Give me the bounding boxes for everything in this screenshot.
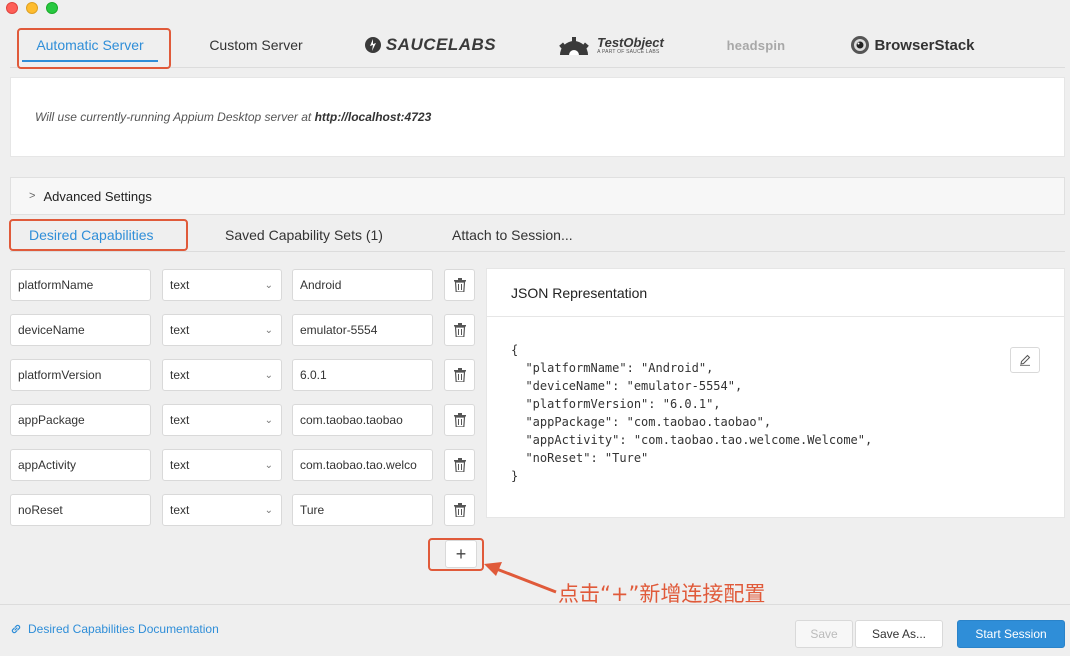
browserstack-logo: BrowserStack	[850, 35, 975, 55]
save-as-button[interactable]: Save As...	[855, 620, 943, 648]
capability-value-input[interactable]: 6.0.1	[292, 359, 433, 391]
delete-capability-button[interactable]	[444, 359, 475, 391]
saucelabs-logo: SAUCELABS	[364, 35, 496, 55]
capability-value-input[interactable]: com.taobao.taobao	[292, 404, 433, 436]
capability-tabs: Desired Capabilities Saved Capability Se…	[10, 218, 1065, 252]
trash-icon	[453, 278, 466, 292]
capability-name-input[interactable]: appActivity	[10, 449, 151, 481]
trash-icon	[453, 503, 466, 517]
capability-name-input[interactable]: deviceName	[10, 314, 151, 346]
tab-label: Custom Server	[209, 37, 303, 53]
capability-name-input[interactable]: noReset	[10, 494, 151, 526]
delete-capability-button[interactable]	[444, 269, 475, 301]
annotation-arrow-icon	[484, 562, 557, 594]
chevron-down-icon: ⌄	[264, 324, 273, 336]
capability-type-select[interactable]: text ⌄	[162, 359, 282, 391]
tab-saucelabs[interactable]: SAUCELABS	[360, 22, 500, 68]
trash-icon	[453, 458, 466, 472]
capability-value-input[interactable]: Android	[292, 269, 433, 301]
chevron-down-icon: ⌄	[264, 504, 273, 516]
capability-name-input[interactable]: platformVersion	[10, 359, 151, 391]
edit-json-button[interactable]	[1010, 347, 1040, 373]
tab-custom-server[interactable]: Custom Server	[190, 22, 322, 68]
chevron-down-icon: ⌄	[264, 459, 273, 471]
close-window-icon[interactable]	[6, 2, 18, 14]
link-icon	[11, 624, 21, 634]
tab-attach-to-session[interactable]: Attach to Session...	[452, 218, 573, 252]
json-representation-panel: JSON Representation { "platformName": "A…	[486, 268, 1065, 518]
capability-type-select[interactable]: text ⌄	[162, 269, 282, 301]
trash-icon	[453, 413, 466, 427]
tab-headspin[interactable]: headspin	[710, 22, 802, 68]
headspin-logo: headspin	[726, 37, 786, 53]
testobject-logo: TestObject A PART OF SAUCE LABS	[556, 35, 664, 55]
json-content: { "platformName": "Android", "deviceName…	[511, 343, 873, 483]
capability-value-input[interactable]: com.taobao.tao.welco	[292, 449, 433, 481]
start-session-button[interactable]: Start Session	[957, 620, 1065, 648]
capability-type-select[interactable]: text ⌄	[162, 494, 282, 526]
minimize-window-icon[interactable]	[26, 2, 38, 14]
chevron-down-icon: ⌄	[264, 414, 273, 426]
server-info-panel: Will use currently-running Appium Deskto…	[10, 77, 1065, 157]
advanced-settings-label: Advanced Settings	[43, 188, 152, 204]
delete-capability-button[interactable]	[444, 404, 475, 436]
delete-capability-button[interactable]	[444, 449, 475, 481]
window-controls	[6, 2, 58, 14]
chevron-down-icon: ⌄	[264, 279, 273, 291]
tab-browserstack[interactable]: BrowserStack	[840, 22, 985, 68]
maximize-window-icon[interactable]	[46, 2, 58, 14]
capability-name-input[interactable]: platformName	[10, 269, 151, 301]
capability-value-input[interactable]: Ture	[292, 494, 433, 526]
capability-type-select[interactable]: text ⌄	[162, 404, 282, 436]
server-info-text: Will use currently-running Appium Deskto…	[35, 110, 432, 124]
tab-automatic-server[interactable]: Automatic Server	[16, 22, 164, 68]
tab-saved-capability-sets[interactable]: Saved Capability Sets (1)	[225, 218, 383, 252]
delete-capability-button[interactable]	[444, 314, 475, 346]
server-tabs: Automatic Server Custom Server SAUCELABS…	[10, 22, 1065, 68]
add-capability-button[interactable]: +	[445, 540, 477, 568]
tab-testobject[interactable]: TestObject A PART OF SAUCE LABS	[545, 22, 675, 68]
trash-icon	[453, 323, 466, 337]
chevron-down-icon: ⌄	[264, 369, 273, 381]
pencil-icon	[1020, 354, 1031, 366]
advanced-settings-toggle[interactable]: > Advanced Settings	[10, 177, 1065, 215]
capability-value-input[interactable]: emulator-5554	[292, 314, 433, 346]
tab-label: Automatic Server	[36, 37, 144, 53]
delete-capability-button[interactable]	[444, 494, 475, 526]
gear-icon	[559, 37, 589, 55]
save-button[interactable]: Save	[795, 620, 853, 648]
capability-name-input[interactable]: appPackage	[10, 404, 151, 436]
footer-bar: Desired Capabilities Documentation Save …	[0, 604, 1070, 656]
chevron-right-icon: >	[29, 190, 36, 202]
browserstack-icon	[851, 36, 870, 54]
desired-capabilities-doc-link[interactable]: Desired Capabilities Documentation	[10, 622, 219, 636]
trash-icon	[453, 368, 466, 382]
server-url: http://localhost:4723	[314, 110, 432, 124]
tab-desired-capabilities[interactable]: Desired Capabilities	[29, 218, 154, 252]
json-panel-title: JSON Representation	[487, 269, 1064, 317]
saucelabs-icon	[364, 37, 381, 53]
capability-type-select[interactable]: text ⌄	[162, 314, 282, 346]
capability-type-select[interactable]: text ⌄	[162, 449, 282, 481]
